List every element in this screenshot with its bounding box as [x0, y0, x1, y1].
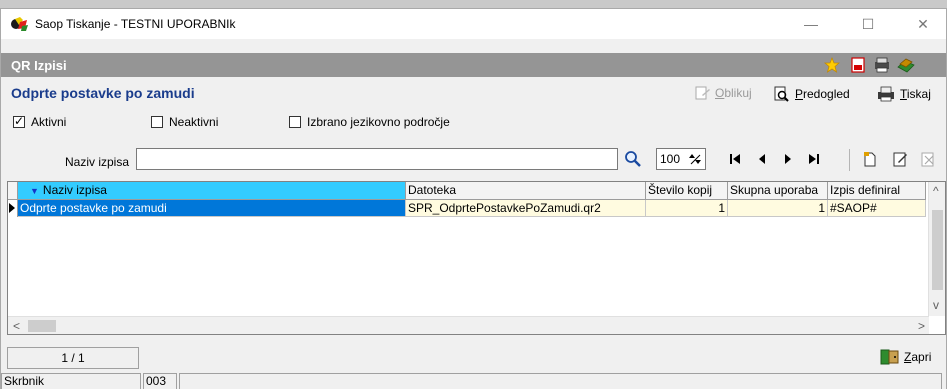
language-checkbox-box[interactable] [289, 116, 301, 128]
cell-kopij[interactable]: 1 [646, 200, 728, 217]
reports-table: ▼ Naziv izpisa Datoteka Število kopij Sku… [7, 181, 946, 335]
active-checkbox[interactable]: Aktivni [13, 114, 67, 129]
cell-naziv[interactable]: Odprte postavke po zamudi [18, 200, 406, 217]
sort-down-icon: ▼ [30, 186, 39, 196]
language-checkbox[interactable]: Izbrano jezikovno področje [289, 115, 450, 129]
close-label: Zapri [904, 350, 932, 364]
status-user: Skrbnik [1, 373, 141, 389]
toolbar-separator [849, 149, 850, 171]
close-door-icon [880, 349, 899, 365]
close-button[interactable]: Zapri [880, 349, 931, 365]
close-window-button[interactable]: ✕ [909, 13, 937, 35]
column-header-naziv[interactable]: ▼ Naziv izpisa [18, 182, 406, 200]
search-input[interactable] [136, 148, 618, 170]
maximize-button[interactable]: ☐ [854, 13, 882, 35]
delete-record-button[interactable] [919, 150, 937, 168]
column-header-kopij[interactable]: Število kopij [646, 182, 728, 200]
title-bar: Saop Tiskanje - TESTNI UPORABNIk — ☐ ✕ [1, 9, 946, 39]
column-header-definiral[interactable]: Izpis definiral [828, 182, 926, 200]
cell-datoteka[interactable]: SPR_OdprtePostavkePoZamudi.qr2 [406, 200, 646, 217]
preview-icon [774, 86, 789, 102]
column-header-uporaba[interactable]: Skupna uporaba [728, 182, 828, 200]
print-label: Tiskaj [900, 87, 931, 101]
search-icon[interactable] [624, 150, 642, 168]
first-record-button[interactable] [726, 150, 744, 168]
language-checkbox-label: Izbrano jezikovno področje [307, 115, 450, 129]
cell-definiral[interactable]: #SAOP# [828, 200, 926, 217]
design-label: Oblikuj [715, 86, 752, 100]
next-record-icon [785, 154, 791, 164]
minimize-button[interactable]: — [797, 13, 825, 35]
record-count-value: 100 [660, 152, 681, 166]
vertical-scrollbar[interactable]: ^ v [928, 182, 945, 316]
preview-button[interactable]: Predogled [773, 86, 850, 102]
pdf-icon[interactable] [849, 57, 867, 73]
design-button[interactable]: Oblikuj [695, 86, 752, 100]
star-icon[interactable] [823, 57, 841, 73]
status-code: 003 [143, 373, 177, 389]
new-document-icon [864, 152, 876, 167]
last-record-button[interactable] [805, 150, 823, 168]
status-bar: Skrbnik 003 [1, 373, 946, 389]
books-icon[interactable] [897, 57, 915, 73]
design-icon [695, 86, 710, 100]
printer-icon [878, 86, 894, 102]
table-row[interactable]: Odprte postavke po zamudi SPR_OdprtePost… [8, 200, 926, 217]
cell-uporaba[interactable]: 1 [728, 200, 828, 217]
next-record-button[interactable] [779, 150, 797, 168]
active-checkbox-box[interactable] [13, 114, 25, 128]
prev-record-icon [759, 154, 765, 164]
table-header: ▼ Naziv izpisa Datoteka Število kopij Sku… [8, 182, 926, 200]
page-title: Odprte postavke po zamudi [11, 85, 195, 101]
scroll-left-icon[interactable]: < [13, 319, 20, 333]
print-button[interactable]: Tiskaj [876, 86, 931, 102]
header-title: QR Izpisi [11, 58, 67, 73]
horizontal-scroll-thumb[interactable] [28, 320, 56, 332]
scroll-up-icon[interactable]: ^ [933, 184, 939, 198]
first-record-icon [730, 154, 740, 164]
inactive-checkbox-label: Neaktivni [169, 115, 219, 129]
delete-document-icon [921, 152, 934, 167]
scroll-down-icon[interactable]: v [933, 298, 939, 312]
edit-record-button[interactable] [891, 150, 909, 168]
row-indicator-header [8, 182, 18, 200]
active-checkbox-label: Aktivni [31, 115, 67, 129]
horizontal-scrollbar[interactable]: < > [8, 316, 929, 334]
window-title: Saop Tiskanje - TESTNI UPORABNIk [35, 17, 236, 31]
edit-document-icon [893, 152, 907, 167]
vertical-scroll-thumb[interactable] [932, 210, 943, 290]
record-count-stepper[interactable]: 100 [656, 148, 706, 170]
current-row-indicator [8, 200, 18, 217]
inactive-checkbox-box[interactable] [151, 116, 163, 128]
last-record-icon [809, 154, 819, 164]
prev-record-button[interactable] [753, 150, 771, 168]
status-message [179, 373, 942, 389]
inactive-checkbox[interactable]: Neaktivni [151, 115, 218, 129]
sort-updown-icon[interactable] [688, 152, 702, 166]
page-indicator: 1 / 1 [7, 347, 139, 369]
printers-icon[interactable] [873, 57, 891, 73]
new-record-button[interactable] [861, 150, 879, 168]
app-window: Saop Tiskanje - TESTNI UPORABNIk — ☐ ✕ Q… [0, 8, 947, 389]
app-header: QR Izpisi [1, 53, 946, 77]
search-label: Naziv izpisa [65, 155, 130, 169]
preview-label: Predogled [795, 87, 850, 101]
column-header-label: Naziv izpisa [42, 183, 107, 197]
scroll-right-icon[interactable]: > [918, 319, 925, 333]
column-header-datoteka[interactable]: Datoteka [406, 182, 646, 200]
app-logo-icon [11, 17, 28, 31]
